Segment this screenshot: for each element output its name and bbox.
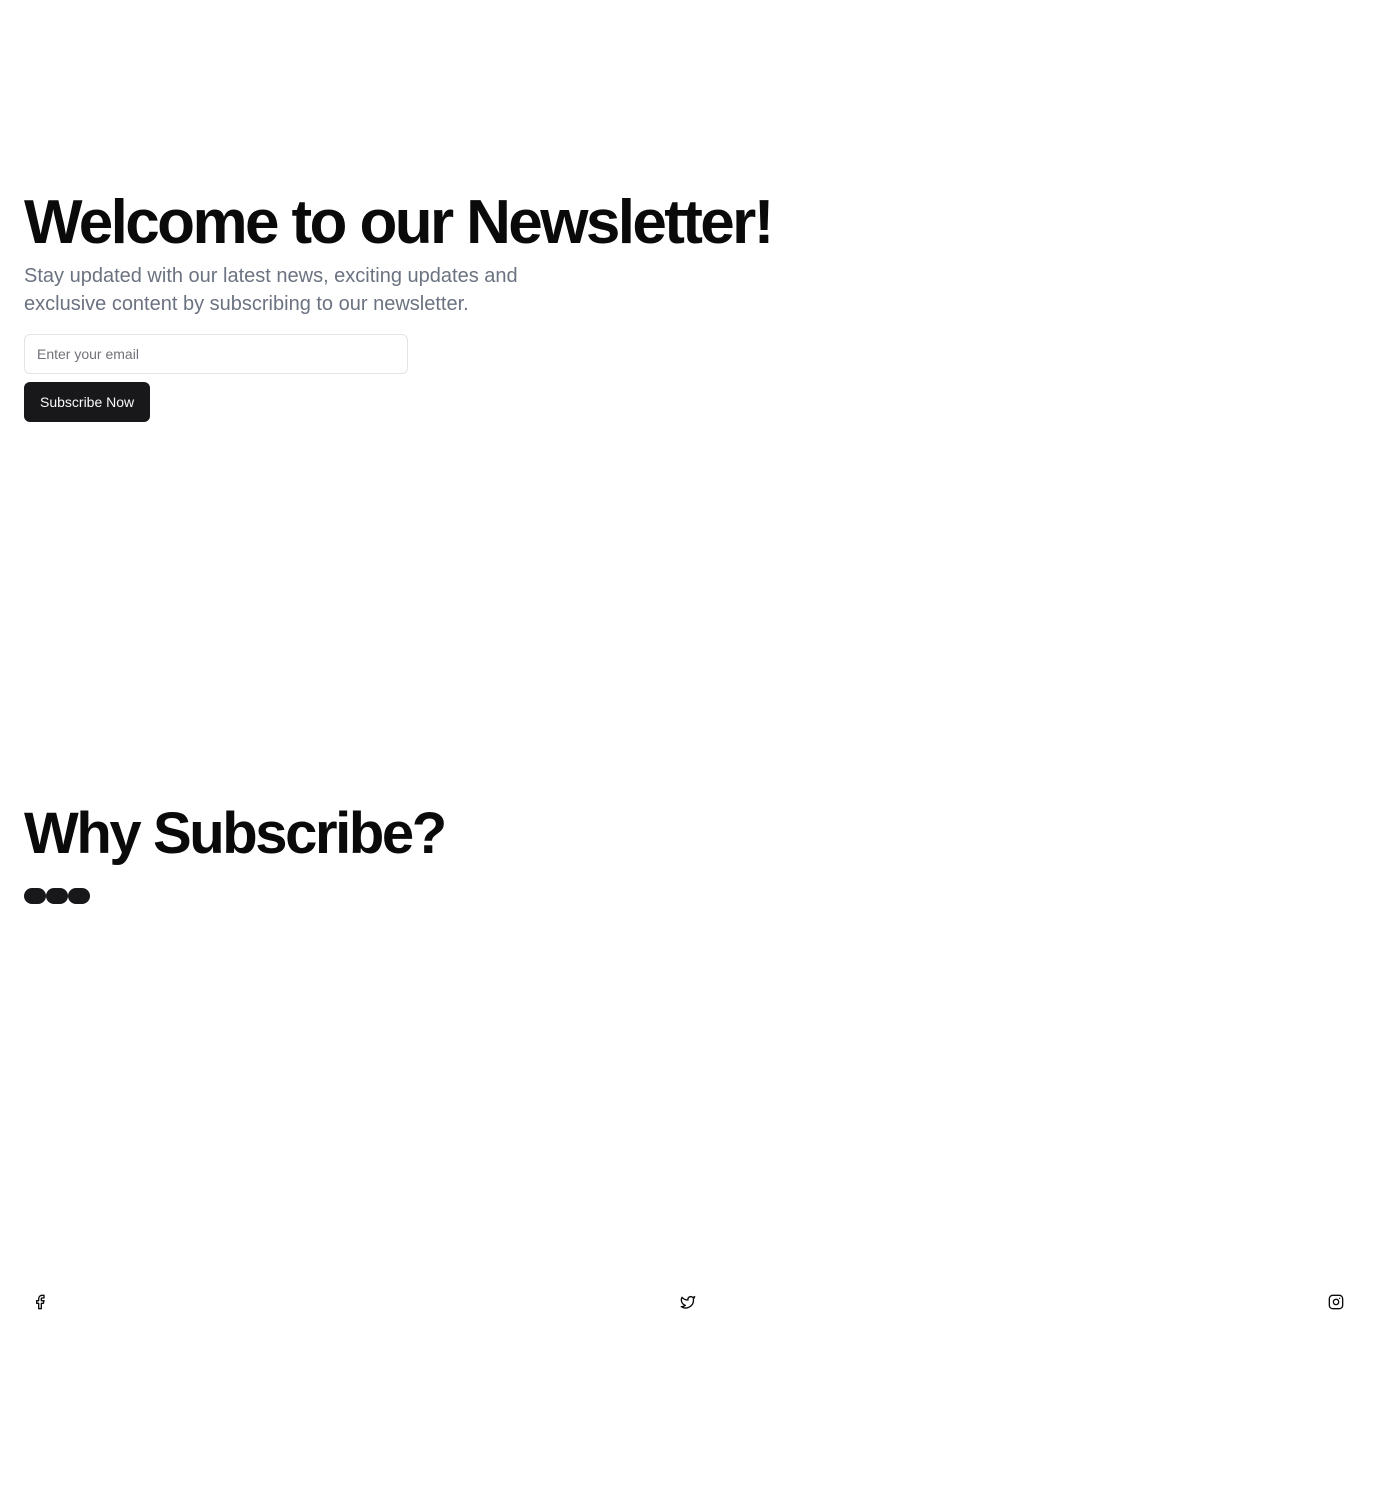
- twitter-icon: [680, 1296, 696, 1309]
- facebook-icon: [36, 1294, 45, 1310]
- dot: [24, 888, 46, 904]
- why-subscribe-section: Why Subscribe?: [24, 801, 447, 904]
- dot: [68, 888, 90, 904]
- subscribe-button[interactable]: Subscribe Now: [24, 382, 151, 422]
- instagram-link[interactable]: [1326, 1292, 1346, 1312]
- twitter-link[interactable]: [678, 1292, 698, 1312]
- instagram-icon: [1328, 1294, 1344, 1310]
- hero-section: Welcome to our Newsletter! Stay updated …: [24, 190, 824, 422]
- email-input[interactable]: [24, 334, 408, 374]
- subscribe-form: Subscribe Now: [24, 334, 824, 422]
- social-links: [0, 1292, 1376, 1312]
- loading-dots: [24, 888, 445, 904]
- page: Welcome to our Newsletter! Stay updated …: [0, 0, 1376, 1502]
- why-title: Why Subscribe?: [24, 801, 447, 866]
- dot: [46, 888, 68, 904]
- hero-subtitle: Stay updated with our latest news, excit…: [24, 265, 518, 315]
- facebook-link[interactable]: [30, 1292, 50, 1312]
- hero-title: Welcome to our Newsletter!: [24, 188, 774, 257]
